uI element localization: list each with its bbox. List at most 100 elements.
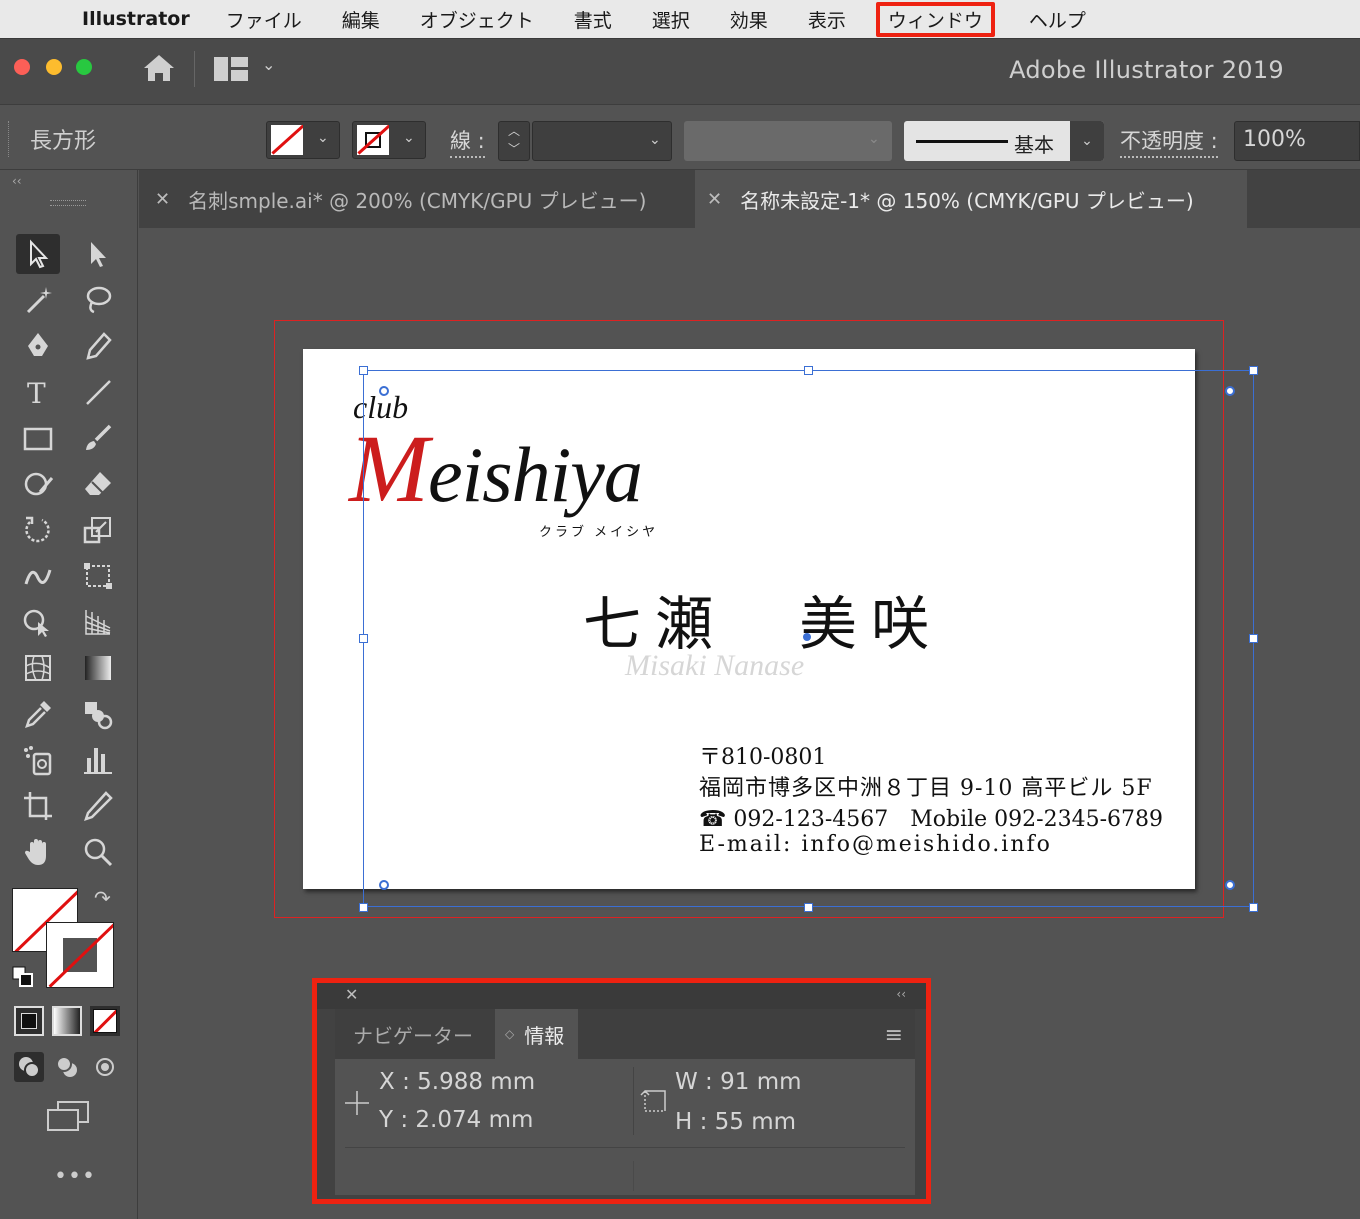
chevron-down-icon: ⌄ bbox=[1070, 121, 1104, 161]
stroke-label[interactable]: 線 : bbox=[450, 125, 485, 158]
pen-tool-icon[interactable] bbox=[16, 326, 60, 366]
close-icon[interactable]: ✕ bbox=[345, 985, 358, 1004]
chevron-down-icon[interactable]: ⌄ bbox=[262, 55, 275, 74]
free-transform-tool-icon[interactable] bbox=[76, 556, 120, 596]
rotate-tool-icon[interactable] bbox=[16, 510, 60, 550]
fill-swatch-dropdown[interactable]: ⌄ bbox=[266, 121, 340, 159]
corner-widget[interactable] bbox=[1225, 386, 1235, 396]
control-bar: 長方形 ⌄ ⌄ 線 : ︿ ﹀ ⌄ ⌄ 基本 ⌄ 不透明度 : 100% bbox=[0, 104, 1360, 170]
warp-tool-icon[interactable] bbox=[16, 556, 60, 596]
stroke-color-swatch[interactable] bbox=[46, 922, 114, 988]
eyedropper-tool-icon[interactable] bbox=[16, 694, 60, 734]
column-graph-tool-icon[interactable] bbox=[76, 740, 120, 780]
resize-handle-t[interactable] bbox=[804, 366, 813, 375]
resize-handle-tl[interactable] bbox=[359, 366, 368, 375]
panel-grip[interactable] bbox=[50, 200, 86, 206]
eraser-tool-icon[interactable] bbox=[76, 464, 120, 504]
tab-info[interactable]: ◇ 情報 bbox=[495, 1009, 579, 1059]
menu-type[interactable]: 書式 bbox=[568, 4, 618, 35]
resize-handle-bl[interactable] bbox=[359, 903, 368, 912]
close-window-button[interactable] bbox=[14, 59, 30, 75]
corner-widget[interactable] bbox=[379, 386, 389, 396]
corner-widget[interactable] bbox=[1225, 880, 1235, 890]
tab-info-label: 情報 bbox=[524, 1023, 565, 1048]
home-icon[interactable] bbox=[142, 53, 176, 91]
screen-mode-icon[interactable] bbox=[46, 1100, 90, 1136]
zoom-window-button[interactable] bbox=[76, 59, 92, 75]
menu-view[interactable]: 表示 bbox=[802, 4, 852, 35]
opacity-field[interactable]: 100% bbox=[1234, 121, 1360, 161]
draw-behind-icon[interactable] bbox=[52, 1052, 82, 1082]
menu-object[interactable]: オブジェクト bbox=[414, 4, 540, 35]
panel-header[interactable]: ✕ ‹‹ bbox=[317, 983, 926, 1009]
direct-selection-tool-icon[interactable] bbox=[76, 234, 120, 274]
app-menu[interactable]: Illustrator bbox=[82, 8, 190, 30]
mesh-tool-icon[interactable] bbox=[16, 648, 60, 688]
doc-tab-1[interactable]: ✕ 名刺smple.ai* @ 200% (CMYK/GPU プレビュー) bbox=[155, 170, 695, 228]
tab-navigator[interactable]: ナビゲーター bbox=[353, 1009, 473, 1059]
type-tool-icon[interactable]: T bbox=[16, 372, 60, 412]
shaper-tool-icon[interactable] bbox=[16, 464, 60, 504]
gradient-tool-icon[interactable] bbox=[76, 648, 120, 688]
collapse-icon[interactable]: ‹‹ bbox=[896, 987, 906, 1001]
default-fill-stroke-icon[interactable] bbox=[12, 966, 34, 992]
stroke-weight-field[interactable]: ⌄ bbox=[532, 121, 672, 161]
gradient-mode-button[interactable] bbox=[52, 1006, 82, 1036]
menu-effect[interactable]: 効果 bbox=[724, 4, 774, 35]
swap-fill-stroke-icon[interactable]: ↷ bbox=[94, 886, 111, 910]
stroke-swatch-dropdown[interactable]: ⌄ bbox=[352, 121, 426, 159]
menu-select[interactable]: 選択 bbox=[646, 4, 696, 35]
draw-normal-icon[interactable] bbox=[14, 1052, 44, 1082]
object-type-label: 長方形 bbox=[30, 129, 97, 154]
resize-handle-l[interactable] bbox=[359, 634, 368, 643]
stroke-preview bbox=[916, 140, 1008, 143]
center-point bbox=[803, 633, 811, 641]
panel-menu-icon[interactable]: ≡ bbox=[885, 1023, 903, 1048]
blend-tool-icon[interactable] bbox=[76, 694, 120, 734]
menu-help[interactable]: ヘルプ bbox=[1023, 4, 1092, 35]
color-mode-button[interactable] bbox=[14, 1006, 44, 1036]
selection-tool-icon[interactable] bbox=[16, 234, 60, 274]
curvature-tool-icon[interactable] bbox=[76, 326, 120, 366]
close-icon[interactable]: ✕ bbox=[707, 189, 722, 210]
stroke-weight-stepper[interactable]: ︿ ﹀ bbox=[498, 121, 530, 161]
collapse-icon[interactable]: ‹‹ bbox=[12, 174, 22, 188]
hand-tool-icon[interactable] bbox=[16, 832, 60, 872]
line-segment-tool-icon[interactable] bbox=[76, 372, 120, 412]
lasso-tool-icon[interactable] bbox=[76, 280, 120, 320]
resize-handle-tr[interactable] bbox=[1249, 366, 1258, 375]
doc-tab-2[interactable]: ✕ 名称未設定-1* @ 150% (CMYK/GPU プレビュー) bbox=[695, 170, 1247, 228]
draw-inside-icon[interactable] bbox=[90, 1052, 120, 1082]
slice-tool-icon[interactable] bbox=[76, 786, 120, 826]
resize-handle-b[interactable] bbox=[804, 903, 813, 912]
rectangle-tool-icon[interactable] bbox=[16, 418, 60, 458]
opacity-label[interactable]: 不透明度 : bbox=[1120, 125, 1218, 158]
chevron-down-icon: ⌄ bbox=[317, 130, 329, 146]
perspective-grid-tool-icon[interactable] bbox=[76, 602, 120, 642]
close-icon[interactable]: ✕ bbox=[155, 189, 170, 210]
paintbrush-tool-icon[interactable] bbox=[76, 418, 120, 458]
more-tools-icon[interactable]: ••• bbox=[54, 1164, 96, 1189]
menu-file[interactable]: ファイル bbox=[220, 4, 308, 35]
info-body: X : 5.988 mm Y : 2.074 mm W : 91 mm H : … bbox=[335, 1059, 915, 1195]
symbol-sprayer-tool-icon[interactable] bbox=[16, 740, 60, 780]
chevron-down-icon: ⌄ bbox=[868, 131, 880, 147]
stroke-none-swatch bbox=[357, 125, 389, 155]
workspace-layout-icon[interactable] bbox=[214, 57, 248, 85]
menu-edit[interactable]: 編集 bbox=[336, 4, 386, 35]
menu-window[interactable]: ウィンドウ bbox=[875, 1, 995, 37]
none-mode-button[interactable] bbox=[90, 1006, 120, 1036]
menu-bar: Illustrator ファイル 編集 オブジェクト 書式 選択 効果 表示 ウ… bbox=[0, 0, 1360, 38]
chevron-down-icon: ⌄ bbox=[403, 130, 415, 146]
magic-wand-tool-icon[interactable] bbox=[16, 280, 60, 320]
panel-grip[interactable] bbox=[8, 121, 11, 157]
resize-handle-br[interactable] bbox=[1249, 903, 1258, 912]
scale-tool-icon[interactable] bbox=[76, 510, 120, 550]
zoom-tool-icon[interactable] bbox=[76, 832, 120, 872]
resize-handle-r[interactable] bbox=[1249, 634, 1258, 643]
shape-builder-tool-icon[interactable] bbox=[16, 602, 60, 642]
minimize-window-button[interactable] bbox=[46, 59, 62, 75]
corner-widget[interactable] bbox=[379, 880, 389, 890]
brush-profile-dropdown[interactable]: 基本 ⌄ bbox=[904, 121, 1104, 161]
artboard-tool-icon[interactable] bbox=[16, 786, 60, 826]
